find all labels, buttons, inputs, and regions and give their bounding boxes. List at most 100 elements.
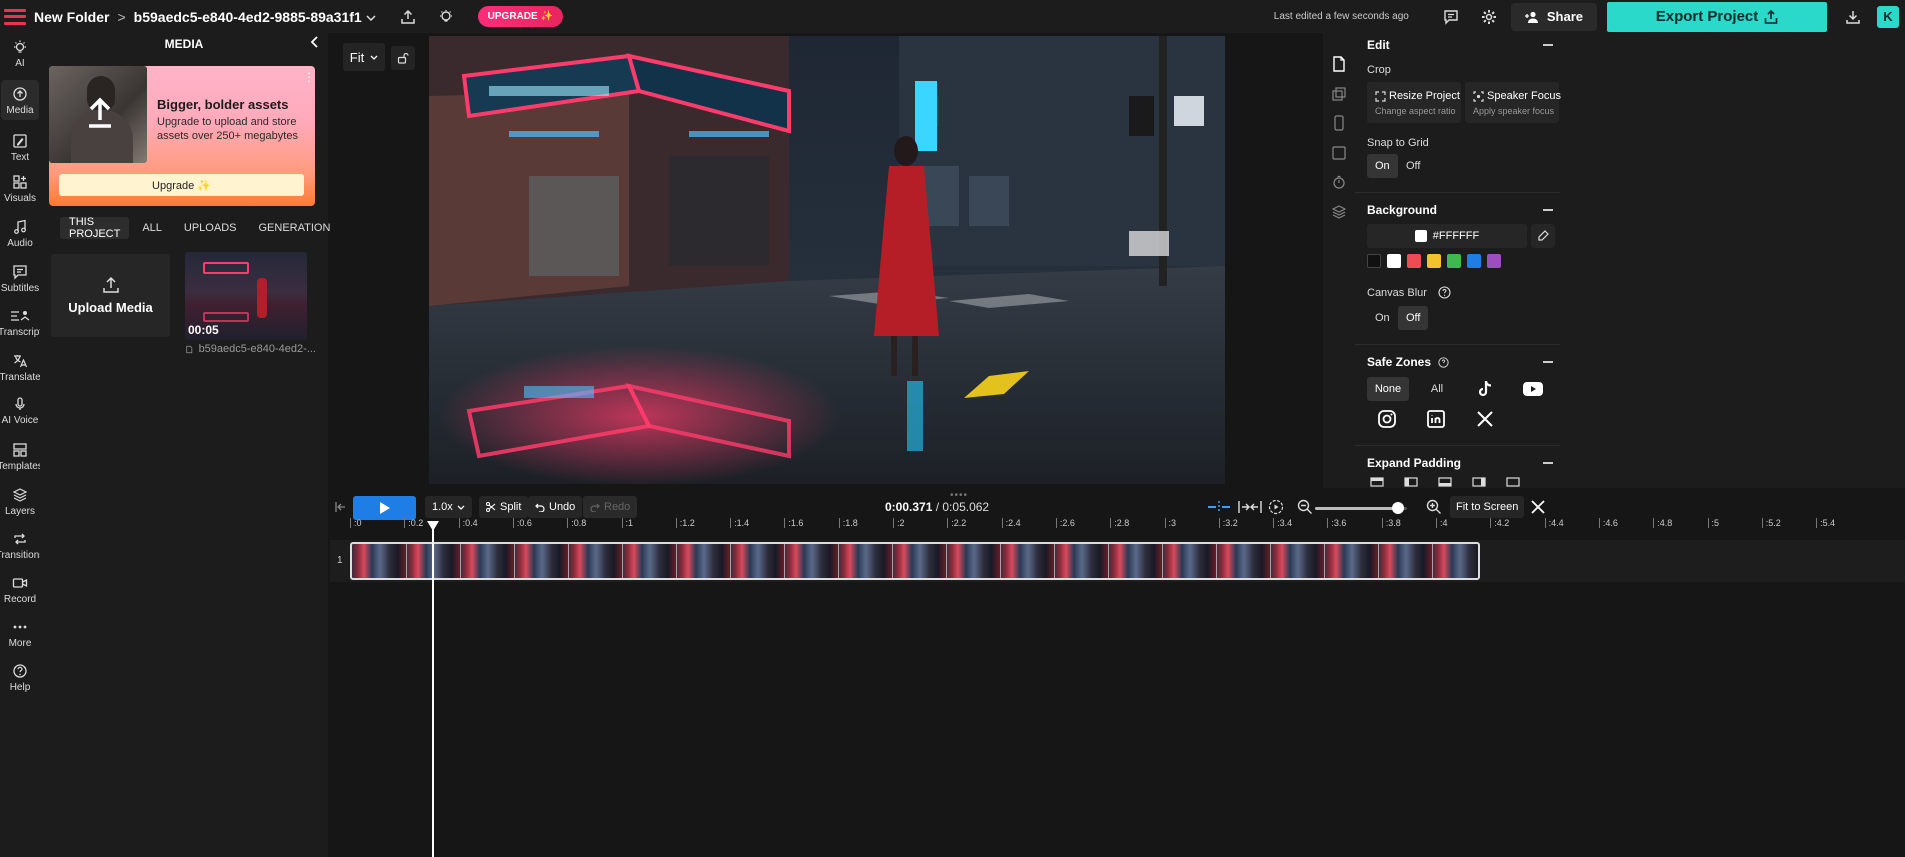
rail-item-translate[interactable]: Translate [0, 353, 40, 383]
playback-settings-icon[interactable] [1268, 499, 1284, 520]
color-swatch-red[interactable] [1407, 254, 1421, 268]
zoom-out-icon[interactable] [1297, 499, 1313, 520]
mobile-icon[interactable] [1331, 115, 1347, 131]
ruler-tick: :1.6 [784, 518, 803, 528]
project-filename[interactable]: b59aedc5-e840-4ed2-9885-89a31f1... [134, 9, 362, 25]
collapse-icon[interactable] [1543, 44, 1553, 46]
fit-dropdown[interactable]: Fit [343, 43, 385, 71]
padding-top-icon[interactable] [1367, 477, 1387, 487]
lightbulb-icon[interactable] [434, 5, 458, 29]
snap-icon[interactable] [1238, 500, 1262, 519]
video-clip[interactable] [350, 542, 1480, 580]
blur-on-toggle[interactable]: On [1367, 306, 1398, 330]
copy-icon[interactable] [1331, 86, 1347, 102]
padding-right-icon[interactable] [1469, 477, 1489, 487]
unlock-icon[interactable] [391, 46, 415, 70]
download-icon[interactable] [1841, 5, 1865, 29]
color-swatch-blue[interactable] [1467, 254, 1481, 268]
frame-icon[interactable] [1331, 145, 1347, 161]
tab-this-project[interactable]: THIS PROJECT [60, 216, 130, 240]
color-swatch-white[interactable] [1387, 254, 1401, 268]
zoom-fill [1315, 507, 1398, 510]
linkedin-icon[interactable] [1426, 409, 1446, 429]
rail-item-ai-voice[interactable]: AI Voice [0, 396, 40, 426]
rail-item-media[interactable]: Media [1, 80, 39, 120]
padding-all-icon[interactable] [1503, 477, 1523, 487]
gear-icon[interactable] [1477, 5, 1501, 29]
eyedropper-icon[interactable] [1531, 224, 1555, 248]
x-twitter-icon[interactable] [1475, 409, 1495, 429]
split-clip-icon[interactable] [1206, 500, 1232, 519]
upload-media-button[interactable]: Upload Media [51, 254, 170, 337]
rail-item-audio[interactable]: Audio [0, 219, 40, 249]
info-icon[interactable] [1438, 286, 1451, 299]
rail-item-text[interactable]: Text [0, 133, 40, 163]
close-icon[interactable] [1530, 499, 1546, 520]
color-swatch-green[interactable] [1447, 254, 1461, 268]
collapse-icon[interactable] [1543, 209, 1553, 211]
zoom-in-icon[interactable] [1426, 499, 1442, 520]
snap-on-toggle[interactable]: On [1367, 154, 1398, 178]
share-upload-icon[interactable] [396, 5, 420, 29]
rail-item-ai[interactable]: AI [0, 39, 40, 69]
snap-off-toggle[interactable]: Off [1398, 154, 1428, 178]
rail-item-more[interactable]: More [0, 619, 40, 649]
promo-upgrade-button[interactable]: Upgrade ✨ [59, 174, 304, 196]
speed-dropdown[interactable]: 1.0x [425, 496, 472, 518]
undo-button[interactable]: Undo [528, 496, 583, 518]
rail-item-help[interactable]: Help [0, 663, 40, 693]
share-button[interactable]: Share [1510, 2, 1597, 31]
export-project-button[interactable]: Export Project [1607, 1, 1827, 32]
speaker-focus-button[interactable]: Speaker Focus Apply speaker focus [1465, 82, 1561, 123]
avatar[interactable]: K [1877, 5, 1899, 28]
time-ruler[interactable]: :0:0.2:0.4:0.6:0.8:1:1.2:1.4:1.6:1.8:2:2… [350, 518, 1905, 534]
folder-name[interactable]: New Folder [34, 9, 109, 25]
play-button[interactable] [353, 496, 416, 520]
rail-item-templates[interactable]: Templates [0, 442, 40, 472]
rail-item-subtitles[interactable]: Subtitles [0, 264, 40, 294]
instagram-icon[interactable] [1377, 409, 1397, 429]
blur-off-toggle[interactable]: Off [1398, 306, 1429, 330]
color-swatch-yellow[interactable] [1427, 254, 1441, 268]
tab-uploads[interactable]: UPLOADS [175, 217, 246, 239]
rail-item-transitions[interactable]: Transitions [0, 531, 40, 561]
breadcrumb-separator: > [117, 8, 126, 25]
youtube-icon[interactable] [1523, 379, 1543, 399]
timer-icon[interactable] [1331, 174, 1347, 190]
color-swatch-black[interactable] [1367, 254, 1381, 268]
fit-to-screen-button[interactable]: Fit to Screen [1450, 496, 1525, 518]
split-button[interactable]: Split [479, 496, 529, 518]
info-icon[interactable] [1438, 357, 1449, 368]
chevron-down-icon[interactable] [366, 10, 382, 24]
skip-to-start-icon[interactable] [334, 500, 346, 518]
color-swatch-purple[interactable] [1487, 254, 1501, 268]
document-icon[interactable] [1331, 56, 1347, 72]
tiktok-icon[interactable] [1475, 379, 1495, 399]
zoom-slider[interactable] [1315, 502, 1407, 514]
background-color-input[interactable]: #FFFFFF [1367, 224, 1527, 248]
layers-icon[interactable] [1331, 204, 1347, 220]
safe-zone-all[interactable]: All [1425, 377, 1449, 401]
upgrade-button[interactable]: UPGRADE ✨ [477, 6, 563, 27]
collapse-icon[interactable] [1543, 462, 1553, 464]
playhead-handle[interactable] [427, 521, 439, 531]
rail-item-transcript[interactable]: Transcript [0, 308, 40, 338]
resize-project-button[interactable]: Resize Project Change aspect ratio [1367, 82, 1461, 123]
safe-zone-none[interactable]: None [1367, 377, 1409, 401]
rail-item-visuals[interactable]: Visuals [0, 174, 40, 204]
comment-icon[interactable] [1439, 5, 1463, 29]
video-preview[interactable] [429, 36, 1225, 484]
tab-all[interactable]: ALL [133, 217, 171, 239]
redo-button[interactable]: Redo [583, 496, 638, 518]
rail-item-layers[interactable]: Layers [0, 487, 40, 517]
padding-bottom-icon[interactable] [1435, 477, 1455, 487]
playhead[interactable] [427, 521, 439, 857]
more-options-icon[interactable]: ⋮ [303, 70, 315, 84]
collapse-icon[interactable] [1543, 361, 1553, 363]
rail-item-record[interactable]: Record [0, 575, 40, 605]
ruler-tick: :2.2 [947, 518, 966, 528]
app-logo[interactable] [4, 8, 26, 25]
chevron-left-icon[interactable] [308, 35, 322, 54]
padding-left-icon[interactable] [1401, 477, 1421, 487]
zoom-slider-knob[interactable] [1391, 502, 1404, 514]
